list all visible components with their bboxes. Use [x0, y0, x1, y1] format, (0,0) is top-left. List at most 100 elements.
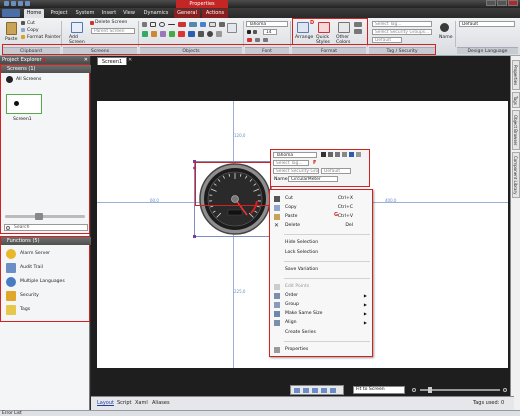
window-controls[interactable]: [486, 0, 518, 6]
close-doc-icon[interactable]: ✕: [128, 57, 132, 63]
zoom-in-icon[interactable]: [503, 388, 507, 392]
menu-create-series[interactable]: Create Series: [270, 329, 372, 337]
screen-thumbnail[interactable]: [6, 94, 42, 114]
italic-icon[interactable]: [253, 30, 257, 34]
tab-general[interactable]: General: [174, 9, 200, 18]
view-rulers-icon[interactable]: [312, 388, 318, 393]
function-multiple-languages[interactable]: Multiple Languages: [4, 275, 88, 289]
tab-layout[interactable]: Layout: [97, 400, 114, 406]
copy-button[interactable]: Copy: [27, 28, 39, 33]
tab-dynamics[interactable]: Dynamics: [141, 9, 171, 18]
menu-cut[interactable]: Cut Ctrl+X: [270, 195, 372, 203]
mini-select-security-combo[interactable]: Select Security Gro: [273, 168, 319, 174]
mini-list-icon[interactable]: [356, 152, 361, 157]
font-size-combo[interactable]: 14: [263, 29, 277, 35]
tab-aliases[interactable]: Aliases: [152, 400, 170, 406]
zoom-slider[interactable]: [420, 387, 500, 393]
tab-home[interactable]: Home: [24, 9, 44, 18]
right-tab-object-browser[interactable]: Object Browser: [512, 110, 520, 150]
gauge-object-icon[interactable]: [219, 22, 225, 27]
meter-object-icon[interactable]: [207, 31, 213, 37]
parent-screen-combo[interactable]: Parent Screen: [91, 28, 135, 34]
textbox-object-icon[interactable]: [189, 22, 197, 27]
error-list-tab[interactable]: Error List: [2, 411, 22, 416]
objects-gallery-icon[interactable]: [227, 23, 237, 33]
close-panel-icon[interactable]: ✕: [84, 56, 88, 64]
screens-header[interactable]: Screens (1): [1, 65, 91, 73]
handle-bl[interactable]: [193, 235, 196, 238]
function-audit-trail[interactable]: Audit Trail: [4, 261, 88, 275]
align-center-icon[interactable]: [263, 38, 268, 42]
thumbnail-size-slider[interactable]: [5, 213, 85, 220]
design-language-combo[interactable]: Default: [459, 21, 515, 27]
delete-screen-button[interactable]: Delete Screen: [95, 20, 127, 25]
pointer-icon[interactable]: [142, 22, 147, 27]
shape-icon[interactable]: [160, 31, 166, 37]
mini-font-combo[interactable]: Tahoma: [273, 152, 317, 158]
menu-save-variation[interactable]: Save Variation: [270, 266, 372, 274]
right-tab-tags[interactable]: Tags: [512, 92, 520, 108]
slider-object-icon[interactable]: [198, 31, 204, 37]
all-screens-item[interactable]: All Screens: [16, 77, 41, 82]
red-object-icon[interactable]: [178, 31, 185, 37]
function-tags[interactable]: Tags: [4, 303, 88, 317]
menu-paste[interactable]: Paste Ctrl+V: [270, 213, 372, 221]
functions-header[interactable]: Functions (5): [1, 237, 91, 245]
zoom-out-icon[interactable]: [412, 388, 416, 392]
view-guides-icon[interactable]: [321, 388, 327, 393]
menu-group[interactable]: Group ▶: [270, 301, 372, 309]
view-preview-icon[interactable]: [330, 388, 336, 393]
right-tab-component-library[interactable]: Component Library: [512, 152, 520, 198]
checkbox-object-icon[interactable]: [169, 31, 175, 37]
more-objects-icon[interactable]: [216, 31, 222, 37]
zoom-thumb[interactable]: [428, 387, 432, 393]
menu-copy[interactable]: Copy Ctrl+C: [270, 204, 372, 212]
alarm-object-icon[interactable]: [151, 31, 157, 37]
align-left-icon[interactable]: [255, 38, 260, 42]
function-alarm-server[interactable]: Alarm Server: [4, 247, 88, 261]
bold-icon[interactable]: [247, 30, 251, 34]
tab-system[interactable]: System: [74, 9, 96, 18]
tab-script[interactable]: Script: [117, 400, 132, 406]
search-input[interactable]: Search: [4, 224, 88, 231]
ellipse-icon[interactable]: [159, 22, 165, 27]
menu-delete[interactable]: ✕ Delete Del: [270, 222, 372, 230]
font-family-combo[interactable]: Tahoma: [246, 21, 288, 27]
tab-insert[interactable]: Insert: [100, 9, 118, 18]
menu-order[interactable]: Order ▶: [270, 292, 372, 300]
mini-select-tag-combo[interactable]: Select Tag...: [273, 160, 309, 166]
tab-project[interactable]: Project: [48, 9, 70, 18]
label-object-icon[interactable]: [209, 22, 216, 27]
view-snap-icon[interactable]: [303, 388, 309, 393]
paste-button[interactable]: Paste: [5, 37, 17, 42]
tab-view[interactable]: View: [121, 9, 137, 18]
font-color-icon[interactable]: [247, 38, 252, 42]
mini-bold-icon[interactable]: [328, 152, 333, 157]
name-button[interactable]: Name: [439, 35, 453, 40]
document-tab-screen1[interactable]: Screen1: [97, 57, 127, 65]
slider-thumb[interactable]: [35, 213, 43, 220]
line-icon[interactable]: [168, 24, 175, 25]
mini-default-combo[interactable]: Default: [321, 168, 351, 174]
select-security-combo[interactable]: Select Security Groups...: [372, 29, 432, 35]
menu-properties[interactable]: Properties: [270, 346, 372, 354]
function-security[interactable]: Security: [4, 289, 88, 303]
menu-align[interactable]: Align ▶: [270, 319, 372, 327]
default-combo[interactable]: Default: [372, 37, 402, 43]
button-object-icon[interactable]: [178, 22, 186, 27]
mini-blue-icon[interactable]: [349, 152, 354, 157]
cut-button[interactable]: Cut: [27, 21, 35, 26]
trend-icon[interactable]: [142, 31, 148, 37]
format-painter-button[interactable]: Format Painter: [27, 35, 61, 40]
file-menu-button[interactable]: [2, 9, 20, 17]
rectangle-icon[interactable]: [150, 22, 156, 27]
mini-font-size-icon[interactable]: [321, 152, 326, 157]
tab-xaml[interactable]: Xaml: [135, 400, 148, 406]
blue-object-icon[interactable]: [188, 31, 195, 37]
quick-access-toolbar[interactable]: [4, 1, 30, 7]
minimize-button[interactable]: [486, 0, 496, 6]
zoom-combo[interactable]: Fit to Screen: [353, 386, 405, 394]
menu-hide-selection[interactable]: Hide Selection: [270, 239, 372, 247]
mini-align-icon[interactable]: [342, 152, 347, 157]
mini-italic-icon[interactable]: [335, 152, 340, 157]
